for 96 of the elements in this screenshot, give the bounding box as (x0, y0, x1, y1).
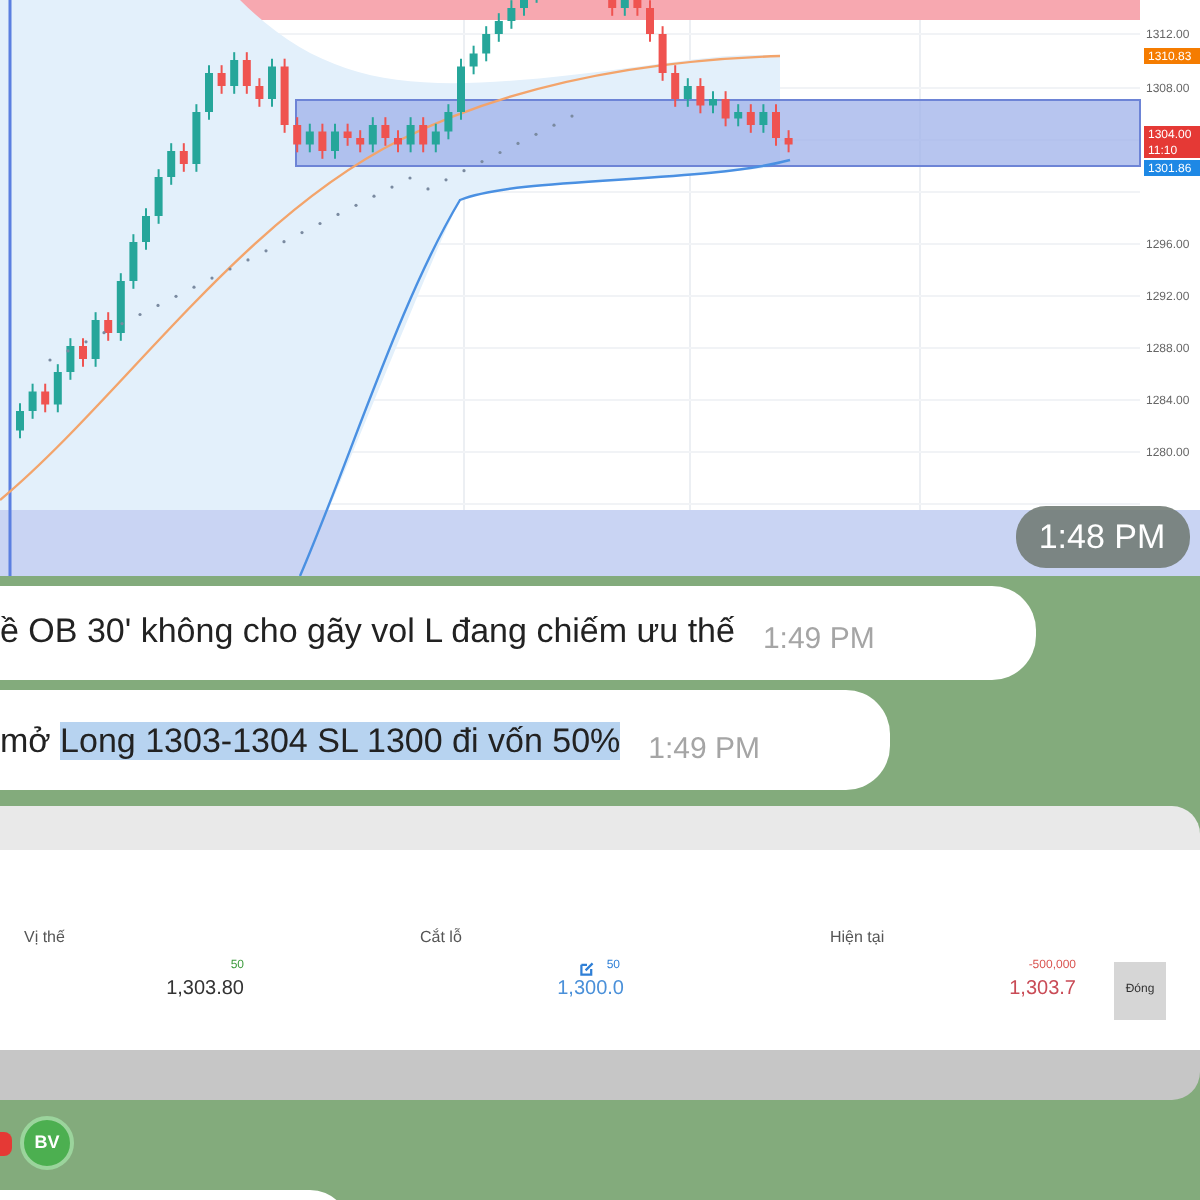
candlestick (129, 233, 138, 290)
candlestick (406, 116, 415, 154)
edit-icon[interactable] (580, 962, 594, 976)
indicator-dot (264, 249, 268, 253)
candlestick (280, 57, 289, 134)
indicator-dot (282, 240, 286, 244)
indicator-dot (444, 178, 448, 182)
message-time: 1:49 PM (648, 729, 761, 769)
candlestick (255, 77, 264, 108)
indicator-dot (102, 331, 106, 335)
column-header: Vị thế (24, 926, 65, 950)
indicator-dot (300, 231, 304, 235)
candlestick (368, 116, 377, 154)
indicator-dot (48, 358, 52, 362)
indicator-dot (480, 160, 484, 164)
indicator-dot (570, 114, 574, 118)
indicator-dot (426, 187, 430, 191)
message-text: ề OB 30' không cho gãy vol L đang chiếm ưu thế (0, 609, 735, 653)
indicator-dot (156, 303, 160, 307)
indicator-dot (246, 258, 250, 262)
candlestick (457, 57, 465, 121)
indicator-dot (390, 185, 394, 189)
message-time: 1:49 PM (762, 619, 875, 659)
current-price: 1,303.7 (1007, 978, 1076, 1001)
candlestick (633, 0, 642, 17)
candlestick (268, 57, 276, 108)
indicator-dot (210, 276, 214, 280)
candlestick (41, 382, 50, 414)
indicator-dot (336, 212, 340, 216)
candlestick (620, 0, 629, 17)
candlestick (759, 103, 768, 134)
candlestick (305, 122, 314, 154)
candlestick (608, 0, 617, 17)
candlestick (230, 51, 239, 95)
candlestick (318, 122, 327, 160)
candlestick (772, 103, 780, 147)
candlestick (331, 122, 339, 160)
indicator-dot (228, 267, 232, 271)
candlestick (381, 116, 390, 147)
indicator-dot (462, 169, 466, 173)
candlestick (696, 77, 705, 115)
candlestick (431, 122, 440, 154)
candlestick (784, 129, 793, 154)
stop-loss-price: 1,300.0 (555, 978, 624, 1001)
candlestick (746, 103, 755, 134)
candlestick (646, 0, 654, 43)
candlestick (419, 116, 428, 154)
column-header: Cắt lỗ (420, 926, 462, 950)
candlestick (91, 311, 100, 368)
candlestick (535, 0, 538, 4)
indicator-dot (84, 340, 88, 344)
candlestick (356, 129, 365, 154)
candlestick (394, 129, 402, 154)
candlestick (721, 90, 730, 128)
candlestick (142, 207, 150, 251)
candlestick (482, 25, 491, 63)
candlestick (444, 103, 453, 141)
indicator-dot (534, 132, 538, 136)
candlestick (179, 142, 188, 173)
candlestick (104, 311, 113, 342)
candlestick (293, 116, 302, 154)
candlestick (658, 25, 667, 82)
candlestick (520, 0, 528, 17)
indicator-dot (552, 123, 556, 127)
candlestick (28, 382, 37, 420)
candlestick (671, 64, 680, 108)
entry-price: 1,303.80 (164, 978, 244, 1001)
candlestick (154, 168, 163, 225)
candlestick (66, 337, 75, 381)
candlestick (494, 12, 503, 43)
column-header: Hiện tại (830, 926, 885, 950)
indicator-dot (354, 203, 358, 207)
candlestick (709, 90, 717, 115)
candlestick (16, 402, 24, 440)
candlestick (217, 64, 226, 95)
candlestick (116, 272, 125, 342)
candlestick (192, 103, 201, 173)
candlestick (205, 64, 213, 121)
indicator-dot (372, 194, 376, 198)
indicator-dot (516, 141, 520, 145)
indicator-dot (120, 322, 124, 326)
indicator-dot (66, 349, 70, 353)
indicator-dot (192, 285, 196, 289)
candlestick (683, 77, 692, 108)
candlestick (79, 337, 87, 368)
candlestick (242, 51, 251, 95)
candlestick (734, 103, 743, 128)
candlestick (469, 44, 478, 76)
message-text: mở Long 1303-1304 SL 1300 đi vốn 50% (0, 719, 621, 763)
candlestick (507, 0, 516, 30)
indicator-dot (408, 176, 412, 180)
indicator-dot (174, 294, 178, 298)
candlestick (167, 142, 176, 186)
message-time: 1:48 PM (1038, 518, 1166, 556)
candlestick (53, 363, 62, 414)
candlestick (343, 122, 352, 147)
